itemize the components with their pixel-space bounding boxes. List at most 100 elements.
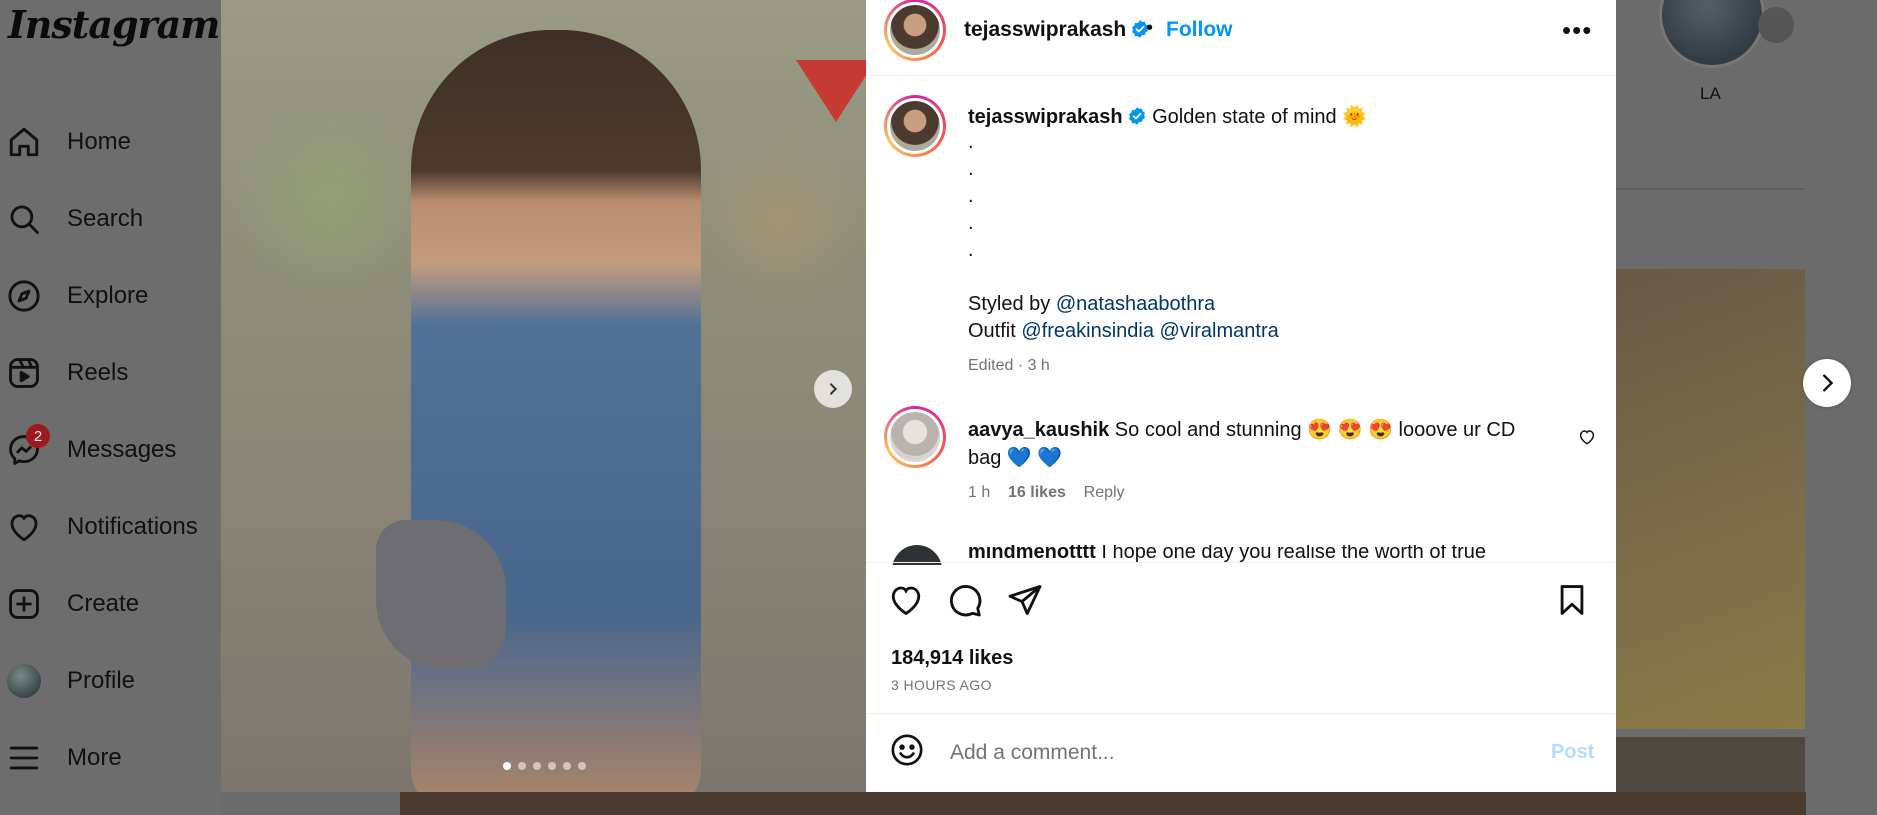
search-icon — [6, 201, 42, 237]
sidebar-item-label: Profile — [67, 667, 136, 694]
more-options-icon[interactable]: ••• — [1562, 15, 1592, 46]
caption-avatar[interactable] — [884, 95, 946, 157]
likes-count[interactable]: 184,914 likes — [891, 647, 1013, 670]
comment-input[interactable] — [950, 738, 1530, 768]
author-username-text: tejasswiprakash — [964, 18, 1127, 41]
sidebar: Instagram Home Search Explore Reels 2 Me… — [0, 0, 221, 815]
chevron-right-icon — [1823, 374, 1834, 392]
sun-emoji: 🌞 — [1342, 106, 1368, 128]
caption-dot: . — [968, 239, 974, 261]
sidebar-item-messages[interactable]: 2 Messages — [0, 420, 221, 476]
story-label: LA — [1700, 84, 1721, 103]
sidebar-item-label: Notifications — [67, 513, 198, 540]
divider — [866, 713, 1616, 714]
yield-sign — [796, 60, 866, 122]
caption-meta: Edited · 3 h — [968, 357, 1050, 374]
comment-text-continued: bag 💙 💙 — [968, 447, 1063, 469]
smiley-icon — [891, 734, 923, 766]
send-icon — [1008, 585, 1042, 615]
next-post-button[interactable] — [1803, 359, 1851, 407]
sidebar-item-reels[interactable]: Reels — [0, 343, 221, 399]
sidebar-item-explore[interactable]: Explore — [0, 266, 221, 322]
outfit-label: Outfit — [968, 320, 1016, 342]
bookmark-icon — [1560, 585, 1584, 615]
sidebar-item-label: Search — [67, 205, 144, 232]
share-button[interactable] — [1005, 580, 1045, 620]
comment-line: aavya_kaushik So cool and stunning 😍 😍 😍… — [968, 417, 1515, 442]
sidebar-item-profile[interactable]: Profile — [0, 651, 221, 707]
carousel-dot — [563, 762, 571, 770]
reply-button[interactable]: Reply — [1084, 484, 1125, 501]
caption-first-line: tejasswiprakash Golden state of mind 🌞 — [968, 104, 1367, 129]
carousel-dot — [503, 762, 511, 770]
carousel-dot — [533, 762, 541, 770]
photo-handbag — [376, 520, 506, 670]
chevron-right-icon — [830, 383, 838, 395]
mention-link[interactable]: @viralmantra — [1160, 320, 1279, 342]
caption-dot: . — [968, 131, 974, 153]
comment-username[interactable]: mindmenotttt — [968, 545, 1096, 563]
menu-icon — [6, 740, 42, 776]
caption-dot: . — [968, 158, 974, 180]
comment-button[interactable] — [945, 580, 985, 620]
heart-icon — [6, 509, 42, 545]
comment-icon — [950, 585, 982, 617]
comment-text: So cool and stunning 😍 😍 😍 looove ur CD — [1114, 419, 1516, 441]
mention-link[interactable]: @freakinsindia — [1021, 320, 1154, 342]
comment-time: 1 h — [968, 484, 991, 501]
reels-icon — [6, 355, 42, 391]
instagram-logo[interactable]: Instagram — [8, 2, 220, 47]
comment-like-icon[interactable] — [1578, 428, 1596, 446]
comment-meta: 1 h 16 likes Reply — [968, 484, 1125, 502]
comment-avatar[interactable] — [884, 406, 946, 468]
sidebar-item-label: Reels — [67, 359, 129, 386]
comment-username[interactable]: aavya_kaushik — [968, 419, 1109, 441]
verified-badge-icon — [1128, 107, 1145, 125]
divider — [1616, 188, 1805, 190]
compass-icon — [6, 278, 42, 314]
sidebar-item-home[interactable]: Home — [0, 112, 221, 168]
carousel-dot — [578, 762, 586, 770]
carousel-dot — [548, 762, 556, 770]
carousel-indicator — [503, 762, 586, 770]
author-username[interactable]: tejasswiprakash — [964, 18, 1150, 42]
story-next-button[interactable] — [1758, 7, 1794, 43]
post-comment-button[interactable]: Post — [1551, 741, 1594, 764]
sidebar-item-notifications[interactable]: Notifications — [0, 497, 221, 553]
sidebar-item-label: Create — [67, 590, 140, 617]
avatar — [6, 663, 42, 699]
heart-icon — [891, 586, 921, 616]
save-button[interactable] — [1552, 580, 1592, 620]
sidebar-item-label: Messages — [67, 436, 177, 463]
styled-by-label: Styled by — [968, 293, 1051, 315]
like-button[interactable] — [886, 580, 926, 620]
caption-outfit: Outfit @freakinsindia @viralmantra — [968, 320, 1279, 343]
sidebar-item-create[interactable]: Create — [0, 574, 221, 630]
sidebar-item-label: More — [67, 744, 122, 771]
background-thumbnail-strip — [400, 792, 1806, 815]
background-thumbnail[interactable] — [1616, 269, 1805, 729]
mention-link[interactable]: @natashaabothra — [1056, 293, 1215, 315]
follow-button[interactable]: Follow — [1166, 18, 1233, 42]
comment-text: I hope one day you realise the worth of … — [1101, 545, 1487, 563]
messages-badge: 2 — [26, 424, 50, 448]
comment-likes[interactable]: 16 likes — [1008, 484, 1066, 501]
carousel-dot — [518, 762, 526, 770]
home-icon — [6, 124, 42, 160]
emoji-button[interactable] — [887, 730, 927, 770]
caption-text: Golden state of mind — [1152, 106, 1337, 128]
post-photo[interactable] — [221, 0, 866, 792]
sidebar-item-label: Explore — [67, 282, 149, 309]
photo-subject — [411, 30, 701, 792]
sidebar-item-more[interactable]: More — [0, 728, 221, 784]
separator-dot: • — [1146, 17, 1154, 39]
divider — [866, 562, 1616, 563]
caption-dot: . — [968, 212, 974, 234]
sidebar-item-search[interactable]: Search — [0, 189, 221, 245]
caption-styled-by: Styled by @natashaabothra — [968, 293, 1215, 316]
author-avatar[interactable] — [884, 0, 946, 61]
caption-username[interactable]: tejasswiprakash — [968, 106, 1123, 128]
plus-square-icon — [6, 586, 42, 622]
carousel-next-button[interactable] — [814, 370, 852, 408]
caption-dot: . — [968, 185, 974, 207]
